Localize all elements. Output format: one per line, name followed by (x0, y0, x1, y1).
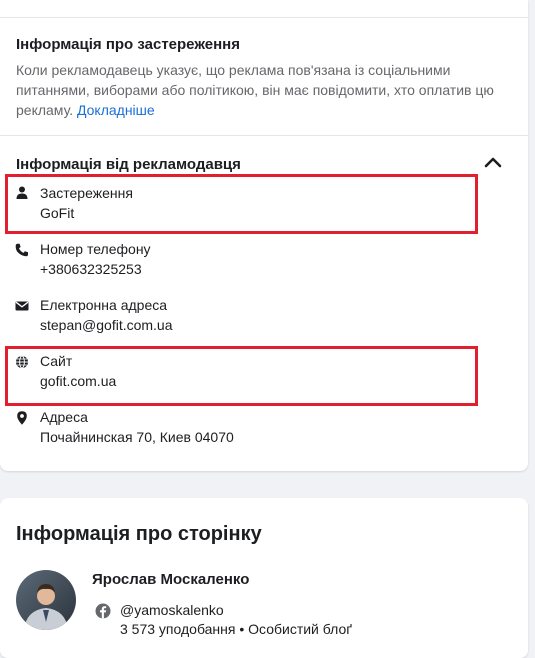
disclaimer-text: Коли рекламодавець указує, що реклама по… (16, 60, 506, 120)
phone-icon (14, 242, 30, 258)
location-pin-icon (14, 410, 30, 426)
facebook-icon (95, 603, 111, 619)
highlight-box-website (5, 346, 478, 406)
disclaimer-title: Інформація про застереження (16, 36, 240, 53)
page-info-title: Інформація про сторінку (16, 523, 262, 545)
page-handle: @yamoskalenko (120, 602, 224, 618)
avatar[interactable] (16, 570, 76, 630)
row-value: stepan@gofit.com.ua (40, 317, 173, 333)
row-value: +380632325253 (40, 261, 142, 277)
row-label: Адреса (40, 409, 88, 425)
learn-more-link[interactable]: Докладніше (77, 102, 155, 118)
row-label: Електронна адреса (40, 297, 168, 313)
row-value: Почайнинская 70, Киев 04070 (40, 429, 234, 445)
page-name[interactable]: Ярослав Москаленко (92, 571, 249, 588)
highlight-box-disclaimer (5, 174, 478, 234)
section-divider (0, 135, 528, 136)
advertiser-info-title: Інформація від рекламодавця (16, 156, 241, 173)
page-likes-category: 3 573 уподобання • Особистий блоґ (120, 621, 353, 637)
row-label: Номер телефону (40, 241, 151, 257)
top-divider (0, 17, 528, 18)
envelope-icon (14, 298, 30, 314)
collapse-chevron-up-icon[interactable] (482, 152, 504, 174)
